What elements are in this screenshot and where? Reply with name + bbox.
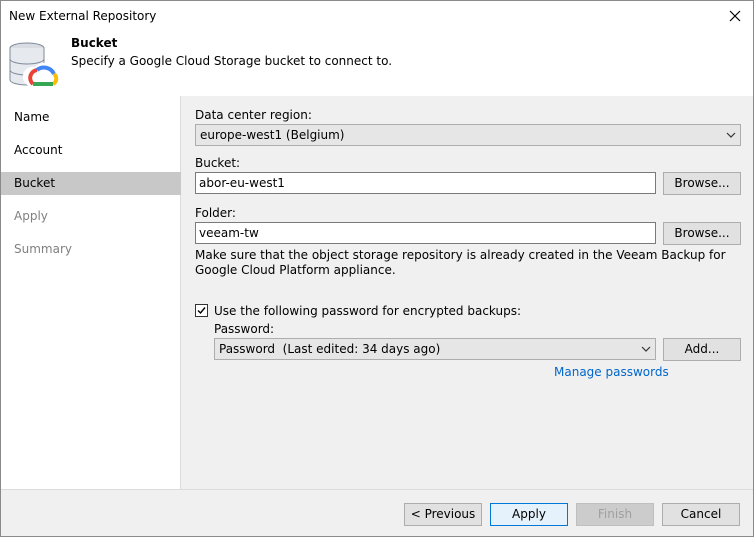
region-value: europe-west1 (Belgium): [200, 128, 345, 142]
step-summary: Summary: [14, 242, 72, 256]
browse-bucket-button[interactable]: Browse...: [663, 172, 741, 195]
bucket-label: Bucket:: [195, 156, 241, 170]
close-button[interactable]: [723, 5, 747, 27]
chevron-down-icon: [726, 132, 736, 138]
wizard-header: Bucket Specify a Google Cloud Storage bu…: [1, 32, 753, 96]
folder-field[interactable]: veeam-tw: [195, 222, 656, 244]
region-select[interactable]: europe-west1 (Belgium): [195, 124, 741, 146]
step-account[interactable]: Account: [1, 139, 181, 162]
add-password-button[interactable]: Add...: [663, 338, 741, 361]
step-subtitle: Specify a Google Cloud Storage bucket to…: [71, 54, 393, 68]
encryption-password-checkbox[interactable]: [195, 304, 208, 317]
title-bar: New External Repository: [1, 1, 753, 32]
chevron-down-icon: [641, 346, 651, 352]
password-value: Password (Last edited: 34 days ago): [219, 342, 441, 356]
manage-passwords-link[interactable]: Manage passwords: [554, 365, 669, 379]
previous-button[interactable]: < Previous: [404, 503, 482, 526]
repository-note: Make sure that the object storage reposi…: [195, 248, 726, 277]
finish-button: Finish: [576, 503, 654, 526]
close-icon: [729, 10, 741, 22]
cancel-button[interactable]: Cancel: [662, 503, 740, 526]
apply-button[interactable]: Apply: [490, 503, 568, 526]
step-apply: Apply: [14, 209, 48, 223]
region-label: Data center region:: [195, 108, 312, 122]
wizard-steps-sidebar: Name Account Bucket Apply Summary: [1, 96, 181, 489]
step-title: Bucket: [71, 36, 118, 50]
password-select[interactable]: Password (Last edited: 34 days ago): [214, 338, 656, 360]
dialog-window: New External Repository Bucket Specify a…: [0, 0, 754, 537]
bucket-form: Data center region: europe-west1 (Belgiu…: [182, 96, 753, 489]
wizard-footer: < Previous Apply Finish Cancel: [1, 489, 753, 536]
step-name[interactable]: Name: [1, 106, 181, 129]
step-bucket[interactable]: Bucket: [1, 172, 181, 195]
window-title: New External Repository: [9, 9, 157, 23]
password-label: Password:: [214, 322, 275, 336]
encryption-password-checkbox-label: Use the following password for encrypted…: [214, 304, 522, 318]
cloud-database-icon: [9, 42, 61, 86]
bucket-field[interactable]: abor-eu-west1: [195, 172, 656, 194]
folder-label: Folder:: [195, 206, 236, 220]
browse-folder-button[interactable]: Browse...: [663, 222, 741, 245]
checkmark-icon: [197, 307, 206, 315]
